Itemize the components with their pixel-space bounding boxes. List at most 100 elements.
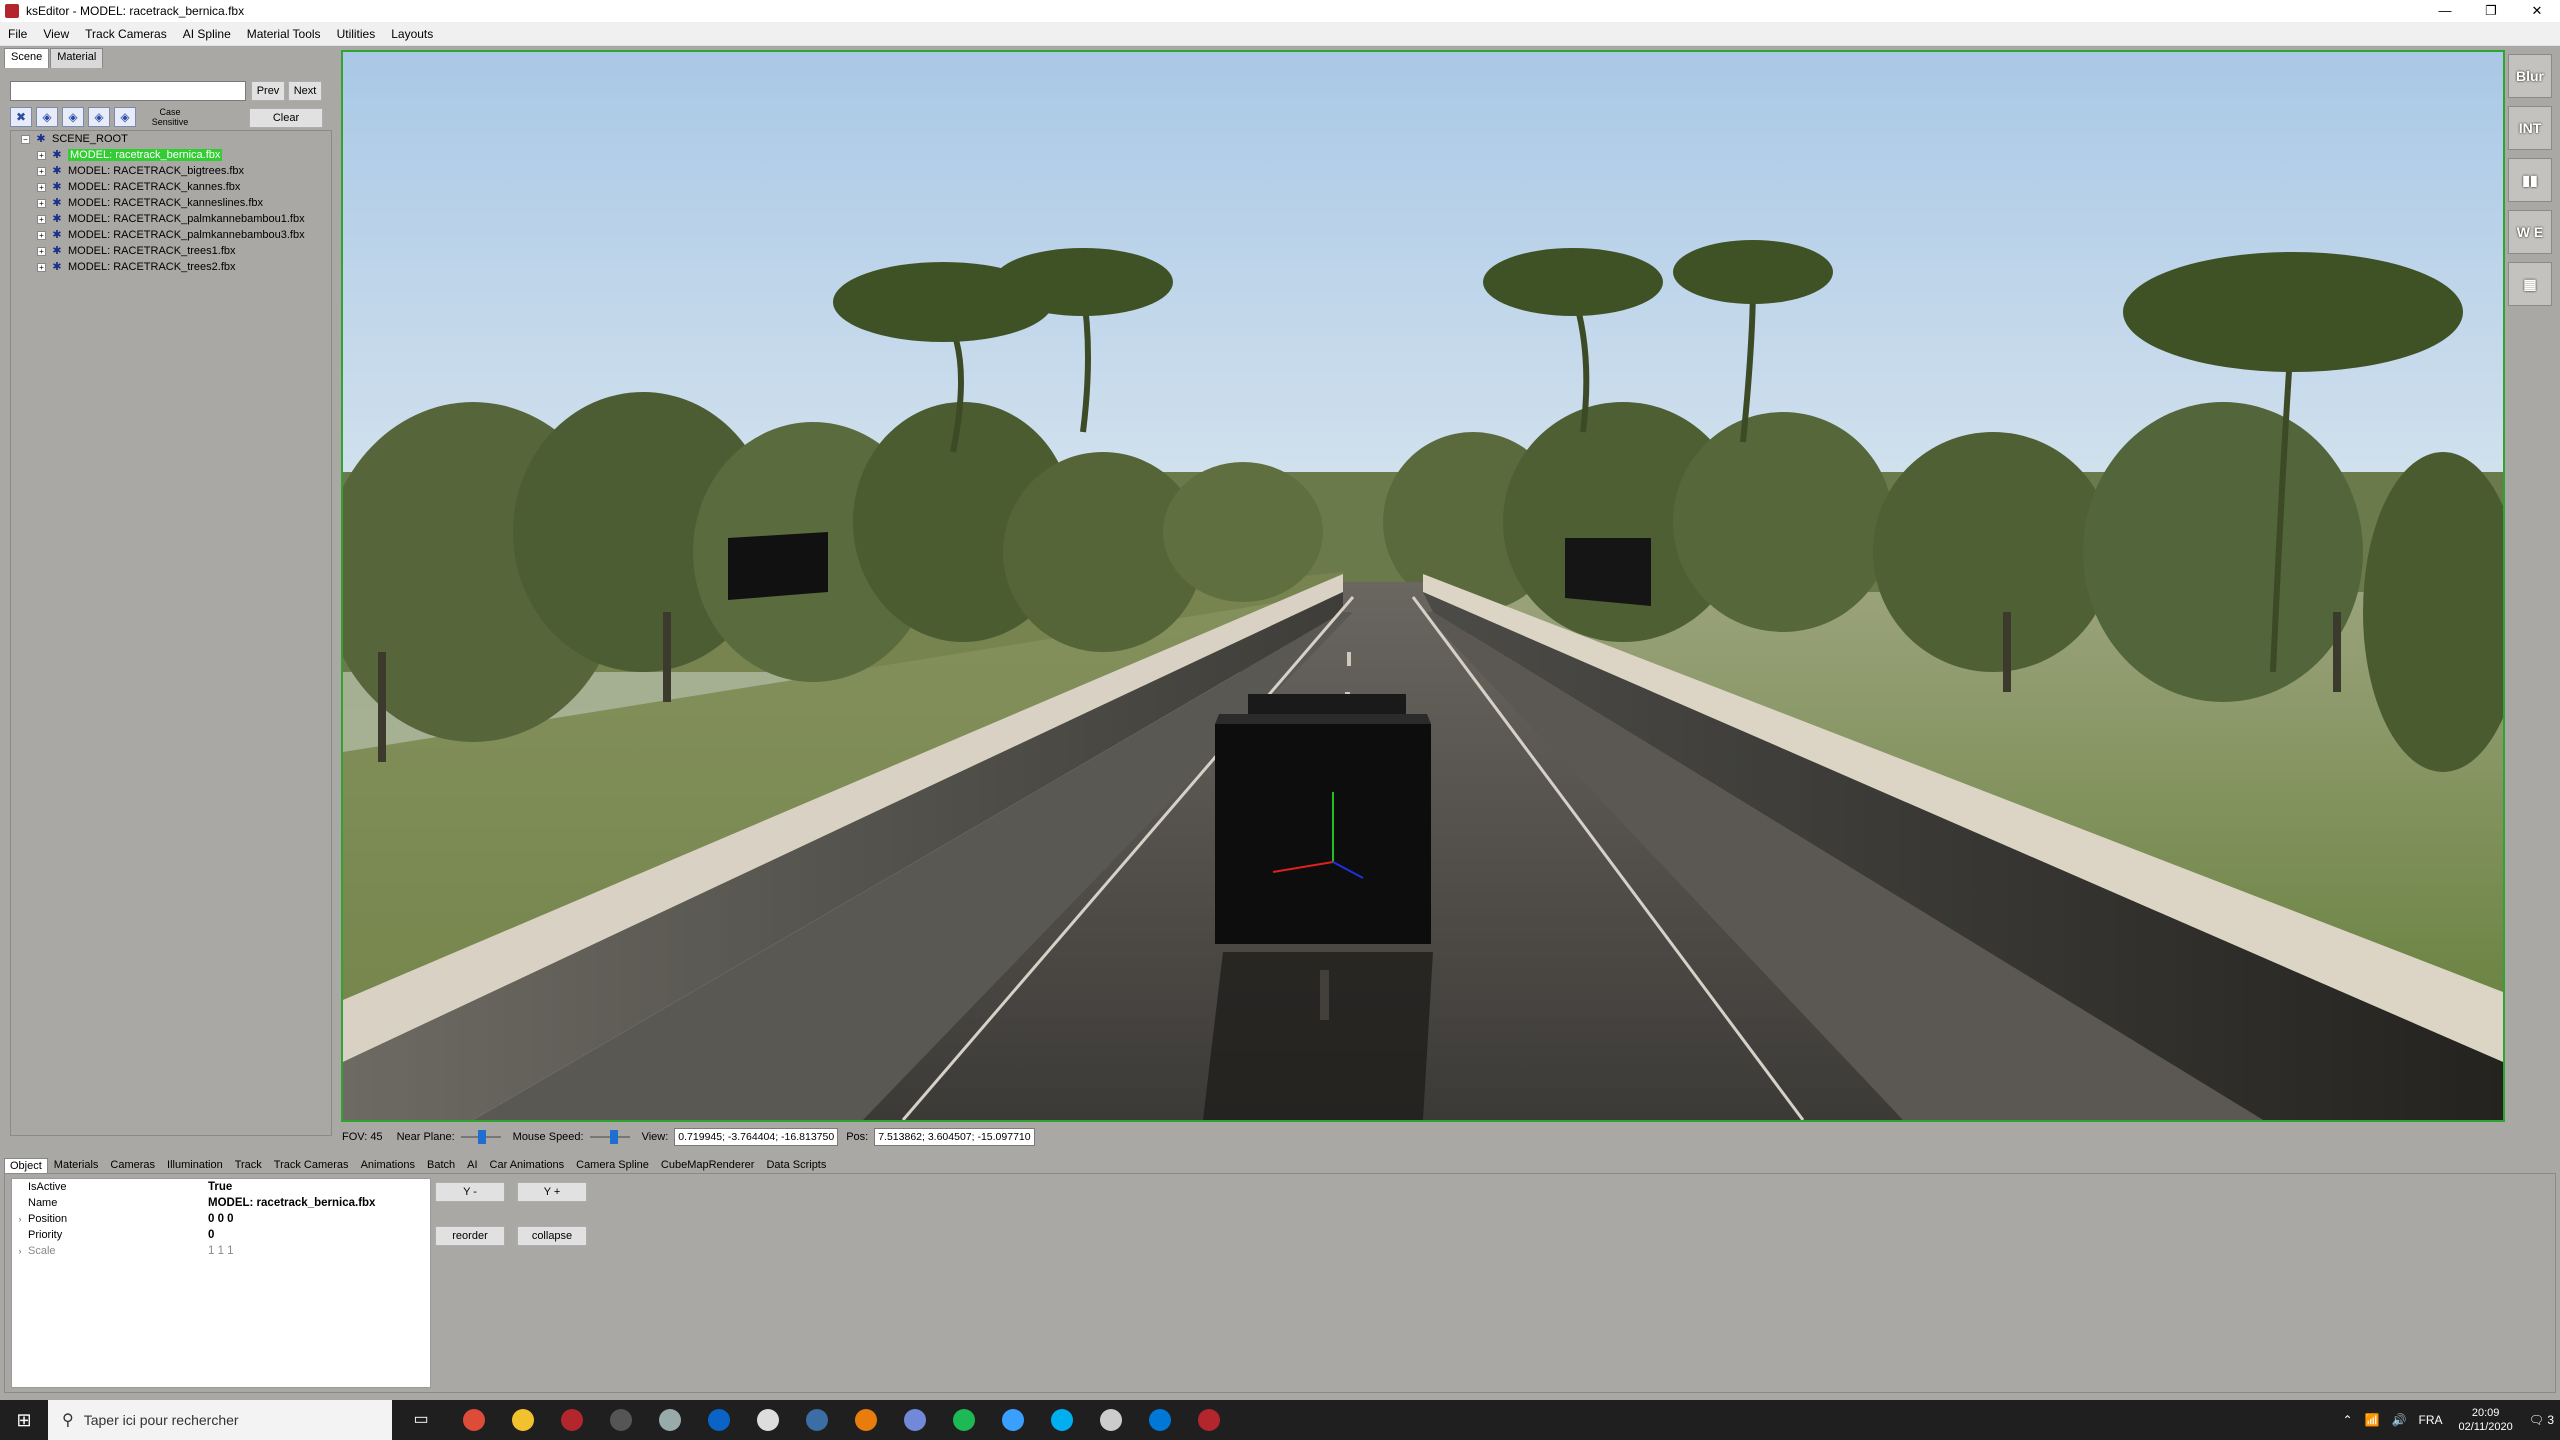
tree-item[interactable]: + ✱ MODEL: RACETRACK_palmkannebambou1.fbx (11, 211, 331, 227)
blur-toggle[interactable]: Blur (2508, 54, 2552, 98)
steam-icon[interactable] (792, 1400, 841, 1440)
discord-icon[interactable] (890, 1400, 939, 1440)
y-minus-button[interactable]: Y - (435, 1182, 505, 1202)
3d-viewport[interactable] (341, 50, 2505, 1122)
mesh-filter-icon-2[interactable]: ◈ (62, 107, 84, 127)
app-icon-circle[interactable] (743, 1400, 792, 1440)
tree-item[interactable]: + ✱ MODEL: RACETRACK_trees2.fbx (11, 259, 331, 275)
tab-materials[interactable]: Materials (48, 1157, 105, 1173)
collapse-button[interactable]: collapse (517, 1226, 587, 1246)
chrome-icon[interactable] (449, 1400, 498, 1440)
near-plane-slider[interactable] (460, 1130, 501, 1144)
node-filter-icon[interactable]: ✖ (10, 107, 32, 127)
obs-icon[interactable] (596, 1400, 645, 1440)
app-icon-blue[interactable] (988, 1400, 1037, 1440)
scene-search-input[interactable] (10, 81, 246, 101)
mesh-filter-icon-3[interactable]: ◈ (88, 107, 110, 127)
expand-icon[interactable]: + (37, 230, 46, 240)
property-value[interactable]: True (208, 1181, 232, 1193)
app-icon-helmet[interactable] (1086, 1400, 1135, 1440)
tree-item[interactable]: + ✱ MODEL: RACETRACK_kannes.fbx (11, 179, 331, 195)
expand-icon[interactable]: + (37, 182, 46, 192)
network-icon[interactable]: 📶 (2365, 1413, 2380, 1427)
reorder-button[interactable]: reorder (435, 1226, 505, 1246)
task-view-icon[interactable]: ▭ (400, 1400, 449, 1440)
file-explorer-icon[interactable] (498, 1400, 547, 1440)
tree-item[interactable]: + ✱ MODEL: racetrack_bernica.fbx (11, 147, 331, 163)
expand-chevron-icon[interactable]: › (12, 1246, 28, 1256)
pos-field[interactable]: 7.513862; 3.604507; -15.097710 (874, 1128, 1035, 1146)
property-value[interactable]: 1 1 1 (208, 1245, 234, 1257)
close-button[interactable]: ✕ (2514, 0, 2560, 22)
tree-item[interactable]: + ✱ MODEL: RACETRACK_trees1.fbx (11, 243, 331, 259)
ks-editor-icon[interactable] (1184, 1400, 1233, 1440)
mouse-speed-slider[interactable] (589, 1130, 630, 1144)
tab-scene[interactable]: Scene (4, 48, 50, 68)
tab-cameras[interactable]: Cameras (104, 1157, 161, 1173)
tree-item[interactable]: + ✱ MODEL: RACETRACK_palmkannebambou3.fbx (11, 227, 331, 243)
property-row[interactable]: › Scale 1 1 1 (12, 1243, 430, 1259)
property-row[interactable]: Name MODEL: racetrack_bernica.fbx (12, 1195, 430, 1211)
windows-start-icon[interactable]: ⊞ (0, 1400, 48, 1440)
tab-animations[interactable]: Animations (355, 1157, 421, 1173)
expand-icon[interactable]: + (37, 214, 46, 224)
mesh-filter-icon[interactable]: ◈ (36, 107, 58, 127)
expand-icon[interactable]: + (37, 166, 46, 176)
chevron-up-icon[interactable]: ⌃ (2343, 1413, 2353, 1427)
expand-icon[interactable]: + (37, 246, 46, 256)
app-icon-gray[interactable] (645, 1400, 694, 1440)
menu-view[interactable]: View (35, 27, 77, 41)
clock[interactable]: 20:09 02/11/2020 (2458, 1406, 2512, 1434)
skype-icon[interactable] (1037, 1400, 1086, 1440)
tab-material[interactable]: Material (50, 48, 104, 68)
y-plus-button[interactable]: Y + (517, 1182, 587, 1202)
tab-car-animations[interactable]: Car Animations (484, 1157, 571, 1173)
mesh-filter-icon-4[interactable]: ◈ (114, 107, 136, 127)
property-value[interactable]: MODEL: racetrack_bernica.fbx (208, 1197, 375, 1209)
property-value[interactable]: 0 (208, 1229, 214, 1241)
clear-button[interactable]: Clear (249, 108, 323, 128)
tree-root[interactable]: − ✱ SCENE_ROOT (11, 131, 331, 147)
expand-chevron-icon[interactable]: › (12, 1214, 28, 1224)
near-plane-slider-thumb[interactable] (478, 1130, 487, 1144)
interior-toggle[interactable]: INT (2508, 106, 2552, 150)
menu-layouts[interactable]: Layouts (383, 27, 441, 41)
tab-track-cameras[interactable]: Track Cameras (268, 1157, 355, 1173)
weather-toggle[interactable]: W E (2508, 210, 2552, 254)
menu-file[interactable]: File (0, 27, 35, 41)
property-row[interactable]: › Position 0 0 0 (12, 1211, 430, 1227)
volume-icon[interactable]: 🔊 (2392, 1413, 2407, 1427)
expand-icon[interactable]: + (37, 150, 46, 160)
next-button[interactable]: Next (288, 81, 322, 101)
taskbar-search[interactable]: ⚲ Taper ici pour rechercher (48, 1400, 392, 1440)
case-sensitive-label[interactable]: Case Sensitive (150, 107, 190, 127)
grid-icon[interactable]: ▦ (2508, 262, 2552, 306)
tab-batch[interactable]: Batch (421, 1157, 461, 1173)
tab-ai[interactable]: AI (461, 1157, 483, 1173)
property-grid[interactable]: IsActive True Name MODEL: racetrack_bernica… (11, 1178, 431, 1388)
expand-icon[interactable]: + (37, 198, 46, 208)
mouse-speed-slider-thumb[interactable] (610, 1130, 619, 1144)
language-indicator[interactable]: FRA (2418, 1413, 2442, 1427)
tree-item[interactable]: + ✱ MODEL: RACETRACK_kanneslines.fbx (11, 195, 331, 211)
app-icon-red[interactable] (547, 1400, 596, 1440)
notifications-icon[interactable]: 🗨 3 (2529, 1413, 2554, 1427)
view-field[interactable]: 0.719945; -3.764404; -16.813750 (674, 1128, 839, 1146)
prev-button[interactable]: Prev (251, 81, 285, 101)
tab-illumination[interactable]: Illumination (161, 1157, 229, 1173)
property-row[interactable]: IsActive True (12, 1179, 430, 1195)
spotify-icon[interactable] (939, 1400, 988, 1440)
menu-utilities[interactable]: Utilities (329, 27, 384, 41)
tab-camera-spline[interactable]: Camera Spline (570, 1157, 655, 1173)
menu-material-tools[interactable]: Material Tools (239, 27, 329, 41)
menu-track-cameras[interactable]: Track Cameras (77, 27, 175, 41)
property-row[interactable]: Priority 0 (12, 1227, 430, 1243)
tab-object[interactable]: Object (4, 1158, 48, 1173)
mail-icon[interactable] (694, 1400, 743, 1440)
blender-icon[interactable] (841, 1400, 890, 1440)
tab-cubemaprenderer[interactable]: CubeMapRenderer (655, 1157, 761, 1173)
collapse-icon[interactable]: − (21, 134, 30, 144)
property-value[interactable]: 0 0 0 (208, 1213, 234, 1225)
camera-icon[interactable]: ▮▮ (2508, 158, 2552, 202)
restore-button[interactable]: ❐ (2468, 0, 2514, 22)
